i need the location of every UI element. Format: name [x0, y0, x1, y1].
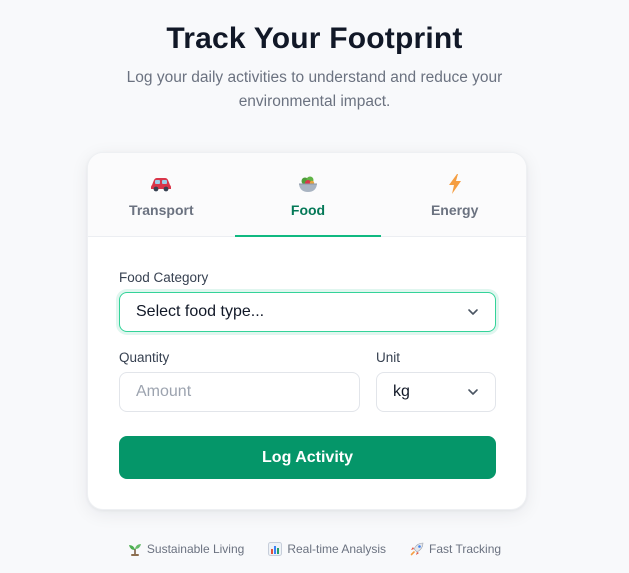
food-category-value: Select food type...: [136, 303, 265, 320]
quantity-placeholder: Amount: [136, 383, 192, 400]
chevron-down-icon: [468, 309, 478, 315]
tab-transport-label: Transport: [129, 202, 194, 218]
feature-fast-tracking: Fast Tracking: [410, 542, 501, 556]
quantity-label: Quantity: [119, 350, 170, 365]
rocket-icon: [410, 542, 424, 556]
page-title: Track Your Footprint: [166, 22, 463, 55]
lightning-icon: [381, 173, 526, 195]
tab-food-label: Food: [290, 202, 326, 218]
feature-label: Sustainable Living: [146, 542, 245, 556]
activity-card: Transport Food Energy Food Category Sele…: [87, 152, 527, 510]
car-icon: [88, 173, 235, 195]
feature-label: Real-time Analysis: [287, 542, 387, 556]
feature-label: Fast Tracking: [429, 542, 502, 556]
salad-bowl-icon: [235, 173, 382, 195]
food-category-label: Food Category: [119, 270, 209, 285]
unit-select[interactable]: kg: [376, 372, 496, 412]
chevron-down-icon: [468, 389, 478, 395]
feature-real-time-analysis: Real-time Analysis: [268, 542, 386, 556]
tab-transport[interactable]: Transport: [88, 153, 235, 236]
bar-chart-icon: [268, 542, 283, 556]
log-activity-button[interactable]: Log Activity: [119, 436, 496, 479]
unit-value: kg: [393, 383, 410, 400]
feature-list: Sustainable Living Real-time Analysis Fa…: [0, 542, 629, 556]
unit-label: Unit: [376, 350, 401, 365]
tab-energy-label: Energy: [430, 202, 479, 218]
page-subtitle: Log your daily activities to understand …: [126, 69, 503, 110]
quantity-input[interactable]: Amount: [119, 372, 360, 412]
category-tabs: Transport Food Energy: [88, 153, 526, 237]
seedling-icon: [128, 544, 141, 556]
tab-food[interactable]: Food: [234, 153, 382, 237]
food-category-select[interactable]: Select food type...: [119, 292, 496, 332]
feature-sustainable-living: Sustainable Living: [128, 542, 244, 556]
tab-energy[interactable]: Energy: [381, 153, 526, 236]
